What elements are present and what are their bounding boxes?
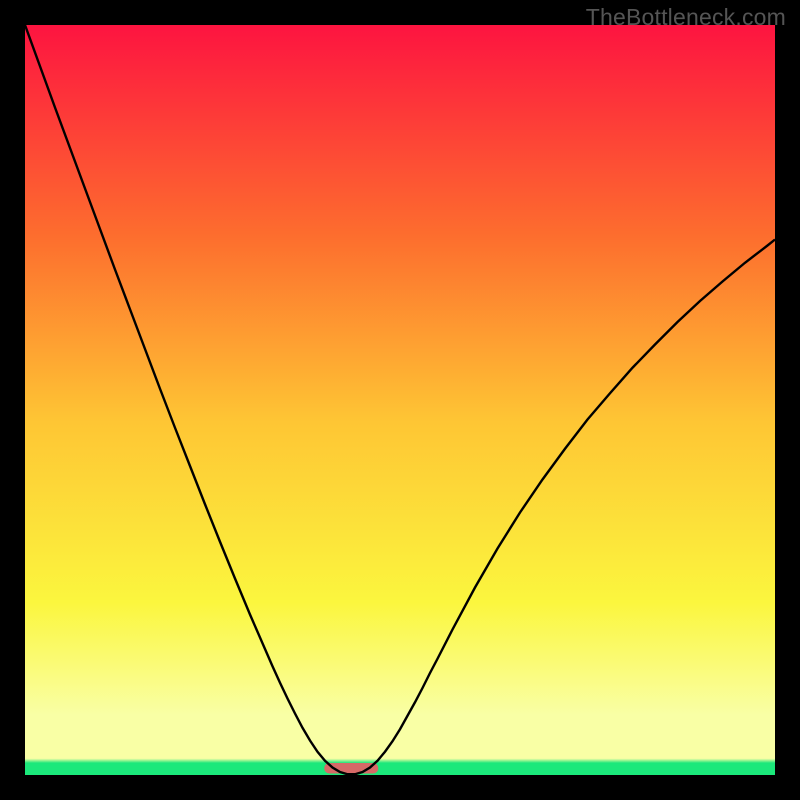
gradient-background xyxy=(25,25,775,775)
plot-svg xyxy=(25,25,775,775)
chart-frame: TheBottleneck.com xyxy=(0,0,800,800)
plot-area xyxy=(25,25,775,775)
watermark-text: TheBottleneck.com xyxy=(586,4,786,31)
